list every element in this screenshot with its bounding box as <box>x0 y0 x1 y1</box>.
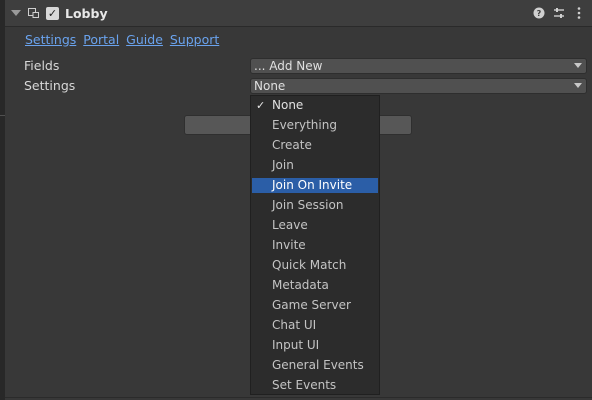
panel-divider <box>5 397 592 398</box>
menu-item[interactable]: Everything <box>252 118 378 133</box>
help-icon[interactable]: ? <box>531 5 547 21</box>
menu-item[interactable]: Join <box>252 158 378 173</box>
menu-item-label: Leave <box>272 218 308 232</box>
settings-dropdown[interactable]: None <box>250 78 587 94</box>
settings-dropdown-value: None <box>254 79 286 93</box>
link-settings[interactable]: Settings <box>25 32 76 47</box>
menu-item[interactable]: Input UI <box>252 338 378 353</box>
left-gutter <box>0 0 5 400</box>
menu-item[interactable]: Quick Match <box>252 258 378 273</box>
menu-item[interactable]: Set Events <box>252 378 378 393</box>
menu-item[interactable]: Metadata <box>252 278 378 293</box>
gutter-divider <box>0 115 5 116</box>
menu-item-label: Metadata <box>272 278 329 292</box>
chevron-down-icon <box>574 83 582 88</box>
svg-text:?: ? <box>537 9 542 18</box>
more-options-icon[interactable] <box>571 5 587 21</box>
menu-item[interactable]: Create <box>252 138 378 153</box>
component-enabled-checkbox[interactable]: ✓ <box>46 7 59 20</box>
chevron-down-icon <box>574 63 582 68</box>
preset-icon[interactable] <box>551 5 567 21</box>
menu-item-label: Chat UI <box>272 318 317 332</box>
menu-item-label: General Events <box>272 358 364 372</box>
fields-dropdown-value: ... Add New <box>254 59 323 73</box>
link-guide[interactable]: Guide <box>126 32 163 47</box>
menu-item-label: Join On Invite <box>272 178 353 192</box>
menu-item[interactable]: Invite <box>252 238 378 253</box>
settings-label: Settings <box>24 78 76 93</box>
settings-dropdown-menu: ✓ None Everything Create Join Join On In… <box>250 95 380 395</box>
menu-item-label: Invite <box>272 238 306 252</box>
menu-item[interactable]: General Events <box>252 358 378 373</box>
menu-item-label: Quick Match <box>272 258 347 272</box>
foldout-arrow-icon[interactable] <box>11 10 21 16</box>
links-row: Settings Portal Guide Support <box>25 32 222 47</box>
fields-label: Fields <box>24 58 60 73</box>
menu-item[interactable]: Chat UI <box>252 318 378 333</box>
menu-item-label: Everything <box>272 118 337 132</box>
menu-item-label: None <box>272 98 304 112</box>
fields-dropdown[interactable]: ... Add New <box>250 58 587 74</box>
menu-item-label: Create <box>272 138 312 152</box>
menu-item[interactable]: Join Session <box>252 198 378 213</box>
component-title: Lobby <box>65 6 108 21</box>
link-support[interactable]: Support <box>170 32 219 47</box>
component-icon <box>28 8 39 18</box>
checkmark-icon: ✓ <box>256 99 266 112</box>
menu-item[interactable]: ✓ None <box>252 98 378 113</box>
menu-item[interactable]: Leave <box>252 218 378 233</box>
menu-item-label: Join <box>272 158 294 172</box>
menu-item-label: Join Session <box>272 198 344 212</box>
component-header[interactable]: ✓ Lobby ? <box>5 0 592 27</box>
menu-item-highlighted[interactable]: Join On Invite <box>252 178 378 193</box>
menu-item-label: Input UI <box>272 338 320 352</box>
menu-item[interactable]: Game Server <box>252 298 378 313</box>
link-portal[interactable]: Portal <box>83 32 119 47</box>
menu-item-label: Game Server <box>272 298 351 312</box>
menu-item-label: Set Events <box>272 378 337 392</box>
